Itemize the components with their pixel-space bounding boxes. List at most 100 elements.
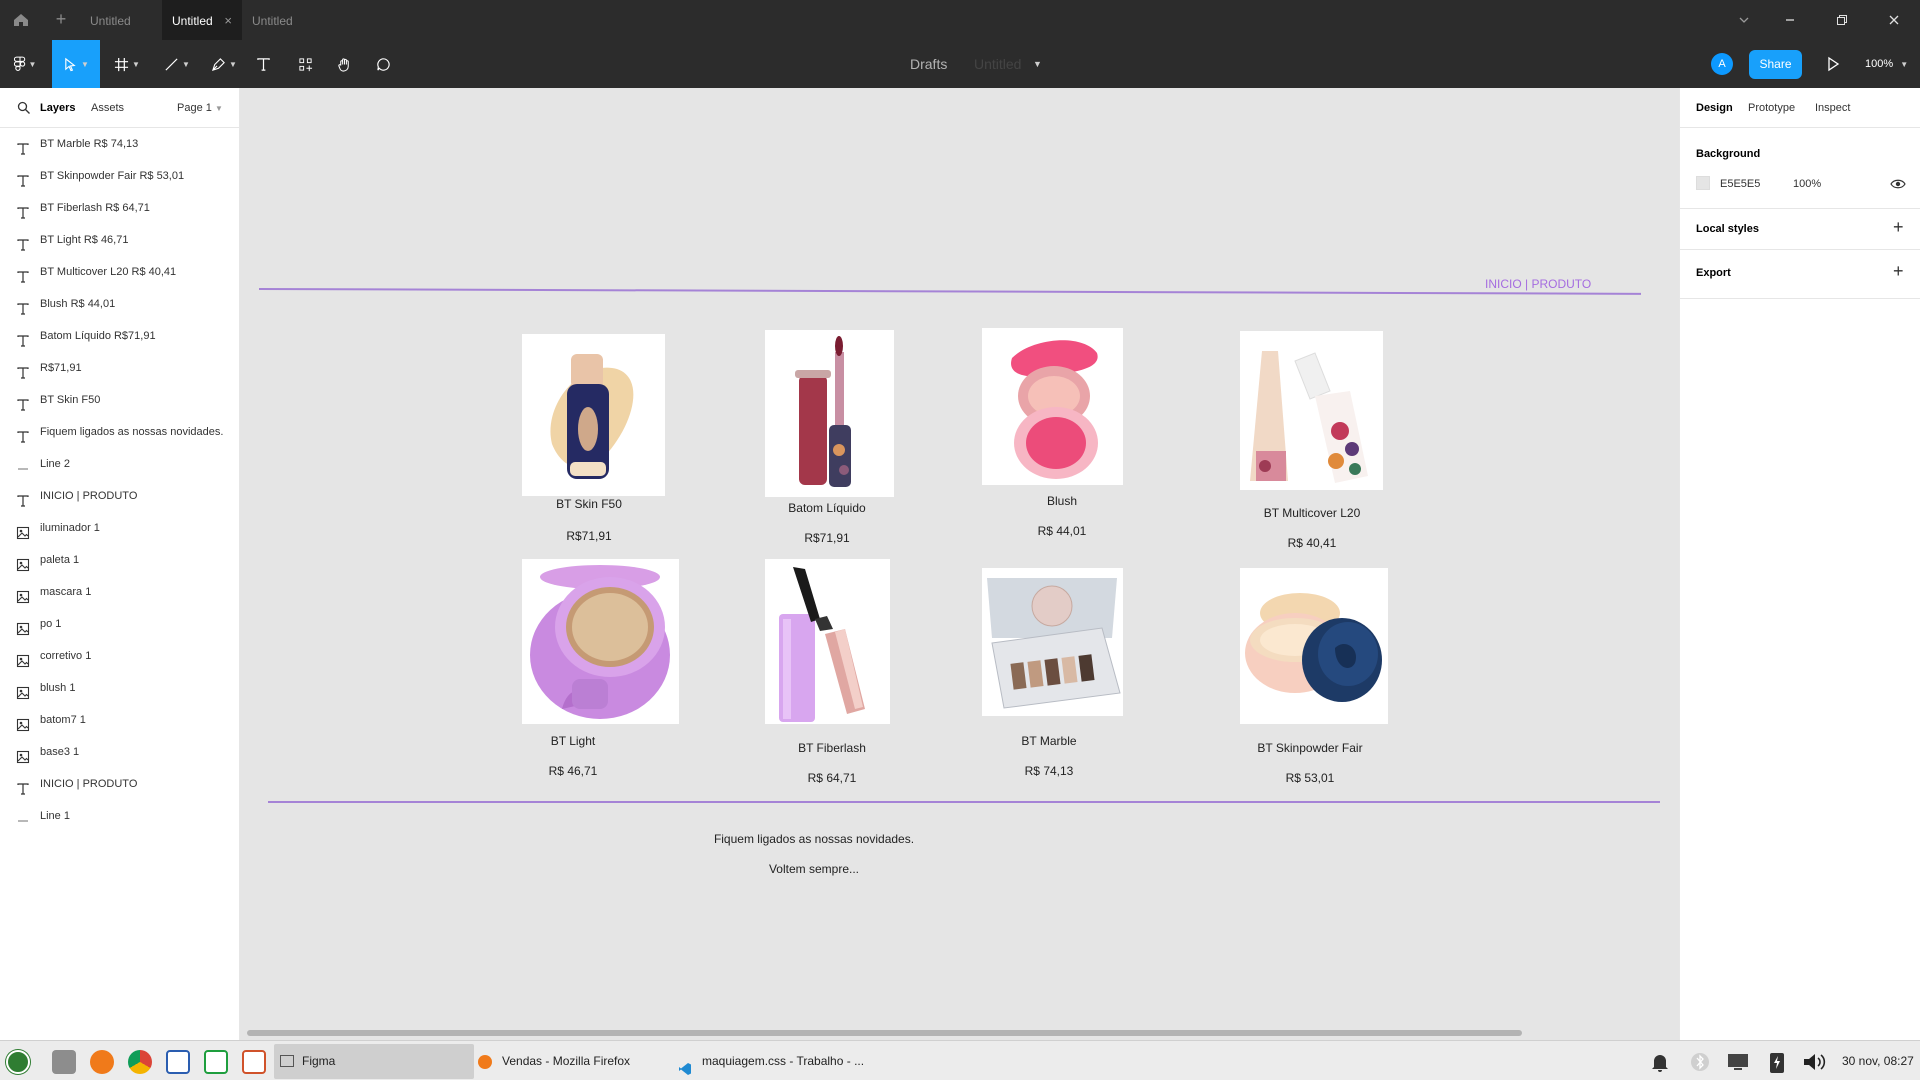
product-name[interactable]: Blush <box>972 494 1152 508</box>
chevron-down-icon[interactable] <box>1734 10 1754 30</box>
frame-tool-button[interactable]: ▼ <box>108 40 146 88</box>
chevron-down-icon[interactable]: ▼ <box>1033 40 1042 88</box>
horizontal-scrollbar[interactable] <box>247 1030 1522 1036</box>
breadcrumb-folder[interactable]: Drafts <box>910 40 947 88</box>
share-button[interactable]: Share <box>1749 50 1802 79</box>
layer-row[interactable]: R$71,91 <box>0 352 240 384</box>
present-icon[interactable] <box>1823 54 1843 74</box>
product-price[interactable]: R$71,91 <box>737 531 917 545</box>
layer-row[interactable]: batom7 1 <box>0 704 240 736</box>
product-image-concealer[interactable] <box>1240 331 1383 490</box>
product-image-palette[interactable] <box>982 568 1123 716</box>
product-name[interactable]: Batom Líquido <box>737 501 917 515</box>
volume-icon[interactable] <box>1801 1050 1829 1074</box>
background-opacity[interactable]: 100% <box>1793 178 1821 190</box>
tab-untitled-2[interactable]: Untitled × <box>162 0 242 40</box>
canvas[interactable]: INICIO | PRODUTO BT Skin F50 R$71,91 Bat… <box>241 88 1679 1040</box>
layer-row[interactable]: BT Skin F50 <box>0 384 240 416</box>
product-image-foundation[interactable] <box>522 334 665 496</box>
zoom-menu[interactable]: 100% ▼ <box>1865 40 1908 88</box>
layer-row[interactable]: Batom Líquido R$71,91 <box>0 320 240 352</box>
layer-row[interactable]: INICIO | PRODUTO <box>0 480 240 512</box>
minimize-icon[interactable] <box>1780 10 1800 30</box>
layer-row[interactable]: paleta 1 <box>0 544 240 576</box>
tab-untitled-3[interactable]: Untitled <box>242 0 324 40</box>
bluetooth-icon[interactable] <box>1690 1051 1710 1073</box>
product-price[interactable]: R$ 74,13 <box>959 764 1139 778</box>
layer-row[interactable]: BT Light R$ 46,71 <box>0 224 240 256</box>
line-2[interactable] <box>258 288 1641 295</box>
layer-row[interactable]: Fiquem ligados as nossas novidades. <box>0 416 240 448</box>
eye-icon[interactable] <box>1890 176 1906 192</box>
product-name[interactable]: BT Marble <box>959 734 1139 748</box>
background-swatch[interactable] <box>1696 176 1710 190</box>
impress-icon[interactable] <box>242 1050 266 1074</box>
avatar[interactable]: A <box>1711 53 1733 75</box>
bell-icon[interactable] <box>1649 1051 1671 1073</box>
layer-row[interactable]: po 1 <box>0 608 240 640</box>
add-style-icon[interactable]: + <box>1893 217 1904 238</box>
chrome-icon[interactable] <box>128 1050 152 1074</box>
product-price[interactable]: R$ 53,01 <box>1220 771 1400 785</box>
pen-tool-button[interactable]: ▼ <box>205 40 243 88</box>
product-price[interactable]: R$ 44,01 <box>972 524 1152 538</box>
tab-inspect[interactable]: Inspect <box>1815 88 1850 128</box>
layer-row[interactable]: Blush R$ 44,01 <box>0 288 240 320</box>
tab-assets[interactable]: Assets <box>91 88 124 128</box>
product-name[interactable]: BT Fiberlash <box>742 741 922 755</box>
product-name[interactable]: BT Light <box>483 734 663 748</box>
new-tab-icon[interactable]: + <box>51 9 71 30</box>
layer-row[interactable]: BT Fiberlash R$ 64,71 <box>0 192 240 224</box>
taskbar-app-vscode[interactable]: maquiagem.css - Trabalho - ... <box>676 1044 876 1079</box>
tab-layers[interactable]: Layers <box>40 88 75 128</box>
taskbar-app-figma[interactable]: Figma <box>274 1044 474 1079</box>
layer-row[interactable]: Line 1 <box>0 800 240 832</box>
main-menu-button[interactable]: ▼ <box>8 40 42 88</box>
footer-text-2[interactable]: Voltem sempre... <box>664 862 964 876</box>
product-name[interactable]: BT Multicover L20 <box>1222 506 1402 520</box>
restore-icon[interactable] <box>1832 10 1852 30</box>
comment-tool-button[interactable] <box>372 40 394 88</box>
page-selector[interactable]: Page 1 ▼ <box>177 88 223 129</box>
product-name[interactable]: BT Skin F50 <box>499 497 679 511</box>
product-image-highlighter[interactable] <box>522 559 679 724</box>
layer-row[interactable]: INICIO | PRODUTO <box>0 768 240 800</box>
close-window-icon[interactable] <box>1884 10 1904 30</box>
hand-tool-button[interactable] <box>333 40 355 88</box>
product-name[interactable]: BT Skinpowder Fair <box>1220 741 1400 755</box>
product-price[interactable]: R$ 40,41 <box>1222 536 1402 550</box>
shape-tool-button[interactable]: ▼ <box>158 40 196 88</box>
file-name[interactable]: Untitled <box>974 40 1021 88</box>
layer-row[interactable]: Line 2 <box>0 448 240 480</box>
text-tool-button[interactable] <box>252 40 274 88</box>
layer-row[interactable]: mascara 1 <box>0 576 240 608</box>
writer-icon[interactable] <box>166 1050 190 1074</box>
footer-text-1[interactable]: Fiquem ligados as nossas novidades. <box>664 832 964 846</box>
product-image-blush[interactable] <box>982 328 1123 485</box>
home-icon[interactable] <box>10 9 32 31</box>
product-image-mascara[interactable] <box>765 559 890 724</box>
product-image-powder[interactable] <box>1240 568 1388 724</box>
clock[interactable]: 30 nov, 08:27 <box>1842 1041 1914 1080</box>
product-price[interactable]: R$71,91 <box>499 529 679 543</box>
taskbar-app-firefox[interactable]: Vendas - Mozilla Firefox <box>476 1044 666 1079</box>
tab-prototype[interactable]: Prototype <box>1748 88 1795 128</box>
layer-row[interactable]: BT Skinpowder Fair R$ 53,01 <box>0 160 240 192</box>
tab-design[interactable]: Design <box>1696 88 1733 128</box>
line-1[interactable] <box>268 801 1660 803</box>
layer-row[interactable]: corretivo 1 <box>0 640 240 672</box>
battery-charging-icon[interactable] <box>1766 1050 1788 1074</box>
calc-icon[interactable] <box>204 1050 228 1074</box>
firefox-icon[interactable] <box>90 1050 114 1074</box>
background-hex[interactable]: E5E5E5 <box>1720 178 1760 190</box>
layer-row[interactable]: blush 1 <box>0 672 240 704</box>
layer-row[interactable]: BT Multicover L20 R$ 40,41 <box>0 256 240 288</box>
search-icon[interactable] <box>17 101 31 115</box>
product-image-lipstick[interactable] <box>765 330 894 497</box>
layer-row[interactable]: iluminador 1 <box>0 512 240 544</box>
add-export-icon[interactable]: + <box>1893 261 1904 282</box>
resources-button[interactable] <box>294 40 316 88</box>
product-price[interactable]: R$ 64,71 <box>742 771 922 785</box>
close-icon[interactable]: × <box>224 0 232 42</box>
layer-row[interactable]: BT Marble R$ 74,13 <box>0 128 240 160</box>
